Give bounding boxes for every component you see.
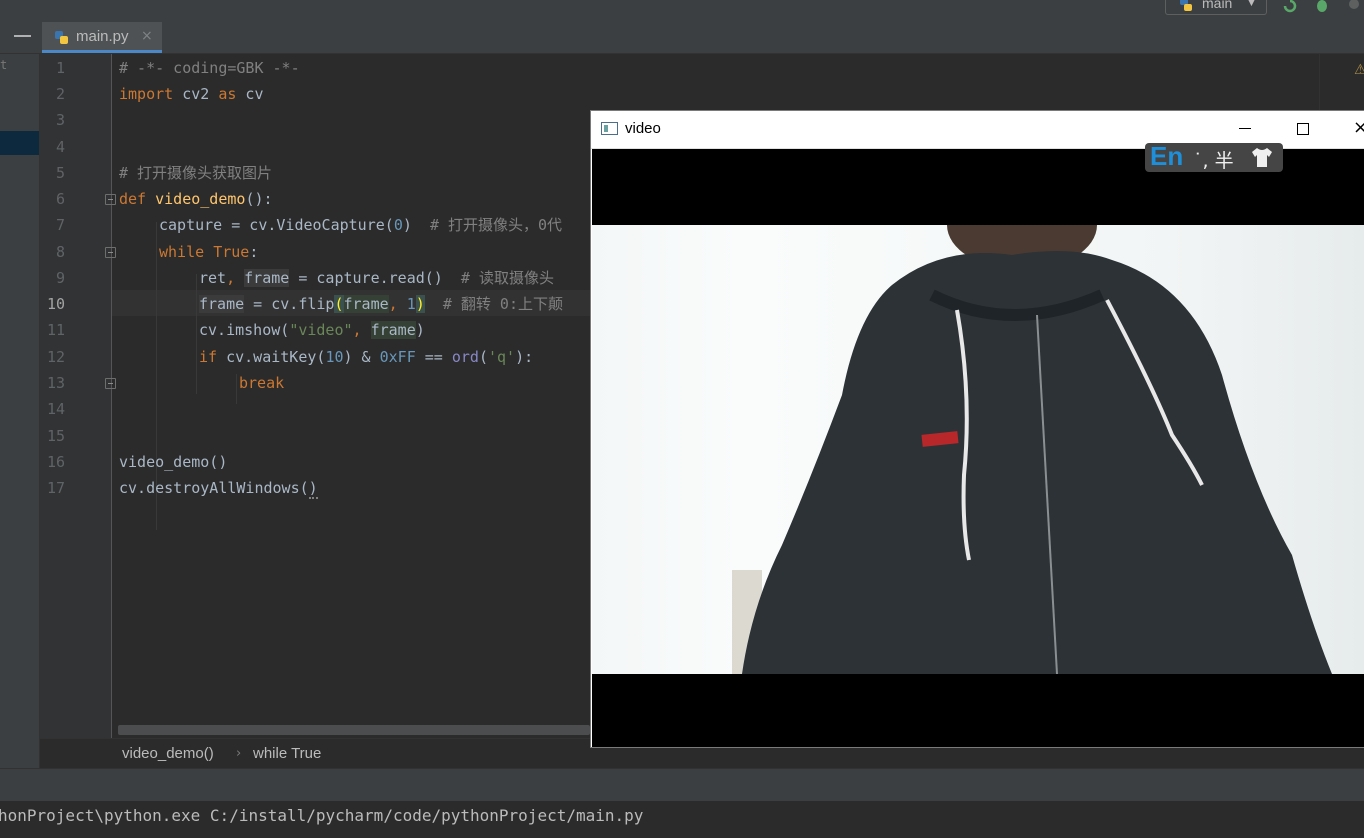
- line-number: 15: [46, 427, 65, 445]
- top-toolbar: main ▼: [0, 0, 1364, 20]
- code-line: # -*- coding=GBK -*-: [119, 59, 300, 77]
- ime-status-indicator[interactable]: En ˙, 半: [1145, 141, 1283, 172]
- fold-marker-icon[interactable]: [105, 378, 116, 389]
- line-number: 9: [55, 269, 65, 287]
- line-number: 17: [46, 479, 65, 497]
- code-line: def video_demo():: [119, 190, 273, 208]
- close-tab-icon[interactable]: ×: [141, 28, 153, 44]
- line-number: 14: [46, 400, 65, 418]
- line-number-current: 10: [46, 295, 65, 313]
- line-number: 11: [46, 321, 65, 339]
- breadcrumb-item-video-demo[interactable]: video_demo(): [122, 745, 214, 762]
- project-tree-truncated-text: t: [0, 58, 8, 72]
- gutter-separator: [111, 54, 112, 738]
- video-frame: [592, 149, 1364, 747]
- chevron-down-icon: ▼: [1248, 0, 1255, 8]
- line-number: 4: [55, 138, 65, 156]
- debug-icon[interactable]: [1314, 0, 1330, 14]
- python-icon: [1180, 0, 1192, 11]
- rerun-icon[interactable]: [1282, 0, 1298, 14]
- profile-icon[interactable]: [1346, 0, 1362, 14]
- line-number-gutter: 1 2 3 4 5 6 7 8 9 10 11 12 13 14 15 16 1…: [40, 54, 112, 738]
- python-file-icon: [55, 31, 68, 44]
- close-icon[interactable]: ×: [1353, 117, 1364, 138]
- run-console-output[interactable]: honProject\python.exe C:/install/pycharm…: [0, 801, 1364, 838]
- fold-marker-icon[interactable]: [105, 247, 116, 258]
- code-line: cv.imshow("video", frame): [199, 321, 425, 339]
- code-line: ret, frame = capture.read() # 读取摄像头: [199, 269, 554, 287]
- line-number: 3: [55, 111, 65, 129]
- code-line: while True:: [159, 243, 259, 261]
- minimize-icon[interactable]: [1239, 128, 1251, 129]
- project-tool-strip: t: [0, 54, 40, 768]
- line-number: 13: [46, 374, 65, 392]
- webcam-image: [592, 225, 1364, 674]
- line-number: 7: [55, 216, 65, 234]
- code-line: import cv2 as cv: [119, 85, 264, 103]
- line-number: 2: [55, 85, 65, 103]
- indent-guide: [236, 374, 237, 404]
- line-number: 8: [55, 243, 65, 261]
- horizontal-scrollbar[interactable]: [118, 725, 590, 735]
- code-line-current: frame = cv.flip(frame, 1) # 翻转 0:上下颠: [199, 295, 563, 313]
- code-line: capture = cv.VideoCapture(0) # 打开摄像头，0代: [159, 216, 563, 234]
- run-panel-header: [0, 768, 1364, 801]
- line-number: 1: [55, 59, 65, 77]
- window-app-icon: [601, 122, 618, 135]
- editor-tab-bar: main.py ×: [0, 20, 1364, 54]
- warning-icon[interactable]: ⚠: [1354, 62, 1364, 78]
- branch-label: main: [1202, 0, 1233, 11]
- fold-marker-icon[interactable]: [105, 194, 116, 205]
- project-tree-selection[interactable]: [0, 131, 39, 155]
- line-number: 6: [55, 190, 65, 208]
- breadcrumb-separator: ›: [236, 746, 242, 761]
- code-line: if cv.waitKey(10) & 0xFF == ord('q'):: [199, 348, 534, 366]
- tab-label: main.py: [76, 28, 129, 45]
- line-number: 12: [46, 348, 65, 366]
- code-line: cv.destroyAllWindows(): [119, 479, 318, 499]
- maximize-icon[interactable]: [1297, 123, 1309, 135]
- video-window[interactable]: video ×: [590, 110, 1364, 748]
- run-command-text: honProject\python.exe C:/install/pycharm…: [0, 806, 644, 825]
- ime-punctuation-width: ˙, 半: [1193, 150, 1234, 172]
- code-line: video_demo(): [119, 453, 228, 471]
- line-number: 5: [55, 164, 65, 182]
- branch-selector[interactable]: main ▼: [1165, 0, 1267, 15]
- code-line: # 打开摄像头获取图片: [119, 164, 273, 182]
- code-line: break: [239, 374, 285, 392]
- line-number: 16: [46, 453, 65, 471]
- video-window-title: video: [625, 120, 661, 137]
- indent-guide: [196, 274, 197, 394]
- ime-english-mode: En: [1150, 141, 1184, 171]
- breadcrumb-item-while[interactable]: while True: [253, 745, 321, 762]
- hide-panel-icon[interactable]: [14, 35, 31, 37]
- tab-main-py[interactable]: main.py ×: [42, 22, 162, 53]
- skin-shirt-icon: [1252, 148, 1272, 167]
